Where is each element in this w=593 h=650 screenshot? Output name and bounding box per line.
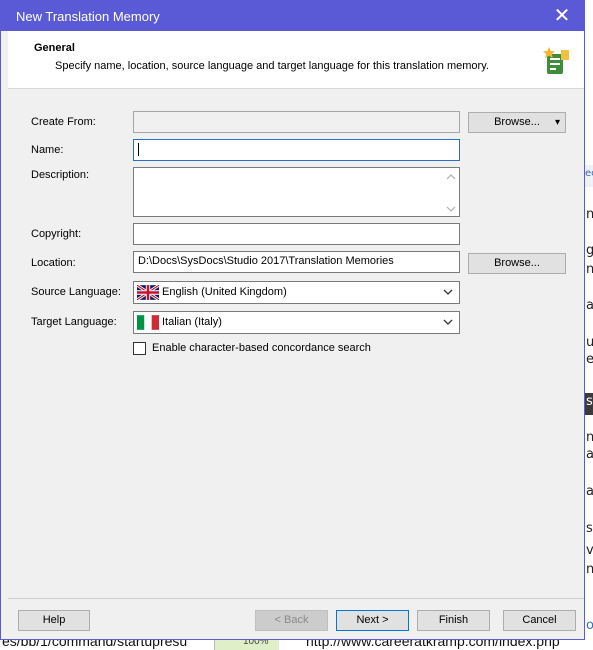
bg-text-fragment: a	[586, 298, 593, 313]
text-caret	[138, 143, 139, 156]
close-icon[interactable]: ✕	[548, 4, 576, 28]
create-from-field	[133, 111, 460, 133]
target-language-label: Target Language:	[31, 316, 117, 328]
bg-text-fragment: vi	[586, 543, 593, 558]
create-from-browse-button[interactable]: Browse... ▾	[468, 112, 566, 133]
location-label: Location:	[31, 257, 76, 269]
header-title: General	[34, 42, 75, 54]
new-translation-memory-dialog: New Translation Memory ✕ General Specify…	[0, 0, 585, 640]
uk-flag-icon	[137, 285, 159, 300]
bg-text-fragment: n	[586, 262, 593, 277]
copyright-input[interactable]	[133, 223, 460, 245]
finish-button[interactable]: Finish	[417, 610, 490, 631]
bg-text-fragment: g	[586, 243, 593, 258]
source-language-label: Source Language:	[31, 286, 121, 298]
location-browse-button[interactable]: Browse...	[468, 253, 566, 274]
concordance-checkbox[interactable]	[133, 342, 146, 355]
bg-text-fragment: n	[586, 562, 593, 577]
back-button[interactable]: < Back	[255, 610, 328, 631]
browse-button-label: Browse...	[494, 116, 540, 128]
wizard-header: General Specify name, location, source l…	[8, 31, 584, 89]
source-language-value: English (United Kingdom)	[162, 286, 287, 298]
next-button[interactable]: Next >	[336, 610, 409, 631]
create-from-label: Create From:	[31, 116, 96, 128]
scrollbar[interactable]	[446, 172, 456, 214]
chevron-down-icon: ▾	[554, 117, 560, 128]
description-label: Description:	[31, 169, 90, 181]
source-language-select[interactable]: English (United Kingdom)	[133, 281, 460, 304]
footer-divider	[8, 598, 584, 599]
location-input[interactable]: D:\Docs\SysDocs\Studio 2017\Translation …	[133, 251, 460, 273]
target-language-select[interactable]: Italian (Italy)	[133, 311, 460, 334]
title-bar: New Translation Memory ✕	[1, 1, 584, 31]
cancel-button[interactable]: Cancel	[503, 610, 576, 631]
bg-text-fragment: a	[586, 447, 593, 462]
bg-text-fragment: a	[586, 484, 593, 499]
chevron-down-icon	[443, 289, 453, 295]
dialog-title: New Translation Memory	[16, 9, 160, 24]
description-textarea[interactable]	[133, 167, 460, 217]
translation-memory-icon	[543, 47, 569, 74]
bg-text-fragment: st	[586, 521, 593, 536]
italy-flag-icon	[137, 315, 159, 330]
target-language-value: Italian (Italy)	[162, 316, 222, 328]
bg-text-fragment: ut	[586, 335, 593, 350]
help-button[interactable]: Help	[18, 610, 90, 631]
bg-text-fragment: n	[586, 207, 593, 222]
bg-text-fragment: ez	[586, 352, 593, 367]
bg-text-fragment: ob	[586, 618, 593, 633]
chevron-down-icon	[443, 319, 453, 325]
copyright-label: Copyright:	[31, 228, 82, 240]
concordance-label: Enable character-based concordance searc…	[152, 342, 371, 354]
bg-text-fragment: ss	[586, 394, 593, 409]
header-description: Specify name, location, source language …	[55, 60, 489, 72]
name-input[interactable]	[133, 139, 460, 161]
bg-text-fragment: ec	[585, 168, 593, 179]
name-label: Name:	[31, 144, 64, 156]
bg-text-fragment: nt	[586, 430, 593, 445]
